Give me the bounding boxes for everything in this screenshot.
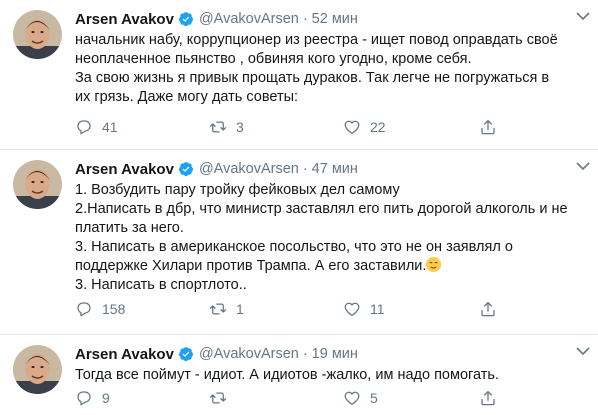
like-count: 22	[370, 119, 386, 135]
heart-icon	[344, 391, 360, 406]
tweet-line: поддержке Хилари против Трампа. А его за…	[75, 258, 427, 274]
separator-dot: ·	[302, 346, 308, 362]
chevron-down-icon[interactable]	[576, 346, 590, 356]
reply-icon	[77, 120, 91, 135]
author-name[interactable]: Arsen Avakov	[75, 161, 174, 178]
reply-button[interactable]: 158	[75, 300, 125, 318]
reply-count: 158	[102, 301, 126, 317]
tweet-header: Arsen Avakov @AvakovArsen · 19 мин	[75, 344, 588, 364]
retweet-count: 1	[236, 301, 244, 317]
tweet-line: 3. Написать в американское посольство, ч…	[75, 239, 513, 255]
share-icon	[481, 301, 495, 317]
share-button[interactable]	[479, 389, 506, 407]
author-handle[interactable]: @AvakovArsen	[199, 346, 299, 362]
tweet-line: 3. Написать в спортлото..	[75, 277, 247, 293]
retweet-count: 3	[236, 119, 244, 135]
heart-icon	[344, 120, 360, 135]
avatar[interactable]	[13, 345, 62, 394]
tweet-header: Arsen Avakov @AvakovArsen · 52 мин	[75, 9, 588, 29]
tweet-text: 1. Возбудить пару тройку фейковых дел са…	[75, 181, 588, 295]
author-handle[interactable]: @AvakovArsen	[199, 161, 299, 177]
tweet-line: За свою жизнь я привык прощать дураков. …	[75, 70, 550, 86]
retweet-icon	[209, 303, 227, 315]
tweet-line: их грязь. Даже могу дать советы:	[75, 89, 299, 105]
share-icon	[481, 119, 495, 135]
retweet-button[interactable]: 1	[209, 300, 244, 318]
author-name[interactable]: Arsen Avakov	[75, 346, 174, 363]
tweet-line: неоплаченное пьянство , обвиняя кого уго…	[75, 51, 472, 67]
chevron-down-icon[interactable]	[576, 11, 590, 21]
reply-button[interactable]: 9	[75, 389, 110, 407]
tweet-line: 2.Написать в дбр, что министр заставлял …	[75, 201, 568, 217]
like-button[interactable]: 11	[343, 300, 385, 318]
verified-badge-icon	[178, 12, 193, 27]
avatar[interactable]	[13, 160, 62, 209]
tweet-text: Тогда все поймут - идиот. А идиотов -жал…	[75, 366, 588, 385]
share-button[interactable]	[479, 118, 506, 136]
tweet-line: Тогда все поймут - идиот. А идиотов -жал…	[75, 367, 499, 383]
reply-icon	[77, 302, 91, 317]
reply-button[interactable]: 41	[75, 118, 118, 136]
tweet-line: начальник набу, коррупционер из реестра …	[75, 32, 558, 48]
tweet-time[interactable]: 19 мин	[312, 346, 358, 362]
tweet-header: Arsen Avakov @AvakovArsen · 47 мин	[75, 159, 588, 179]
separator-dot: ·	[302, 161, 308, 177]
tweet-text: начальник набу, коррупционер из реестра …	[75, 31, 588, 107]
chevron-down-icon[interactable]	[576, 161, 590, 171]
tweet[interactable]: Arsen Avakov @AvakovArsen · 52 мин начал…	[0, 0, 598, 150]
reply-count: 41	[102, 119, 118, 135]
share-button[interactable]	[479, 300, 506, 318]
tweet[interactable]: Arsen Avakov @AvakovArsen · 47 мин 1. Во…	[0, 150, 598, 335]
share-icon	[481, 390, 495, 406]
like-button[interactable]: 22	[343, 118, 386, 136]
like-button[interactable]: 5	[343, 389, 378, 407]
separator-dot: ·	[302, 11, 308, 27]
retweet-button[interactable]	[209, 389, 236, 407]
verified-badge-icon	[178, 162, 193, 177]
like-count: 11	[370, 301, 385, 317]
tweet-line: платить за него.	[75, 220, 184, 236]
reply-count: 9	[102, 390, 110, 406]
tweet-time[interactable]: 47 мин	[312, 161, 358, 177]
relieved-face-emoji-icon	[426, 257, 442, 272]
retweet-button[interactable]: 3	[209, 118, 244, 136]
author-name[interactable]: Arsen Avakov	[75, 11, 174, 28]
like-count: 5	[370, 390, 378, 406]
retweet-icon	[209, 121, 227, 133]
retweet-icon	[209, 392, 227, 404]
tweet-line: 1. Возбудить пару тройку фейковых дел са…	[75, 182, 400, 198]
tweet[interactable]: Arsen Avakov @AvakovArsen · 19 мин Тогда…	[0, 335, 598, 415]
author-handle[interactable]: @AvakovArsen	[199, 11, 299, 27]
reply-icon	[77, 391, 91, 406]
avatar[interactable]	[13, 10, 62, 59]
tweet-line-with-emoji: поддержке Хилари против Трампа. А его за…	[75, 257, 588, 276]
heart-icon	[344, 302, 360, 317]
tweet-time[interactable]: 52 мин	[312, 11, 358, 27]
verified-badge-icon	[178, 347, 193, 362]
